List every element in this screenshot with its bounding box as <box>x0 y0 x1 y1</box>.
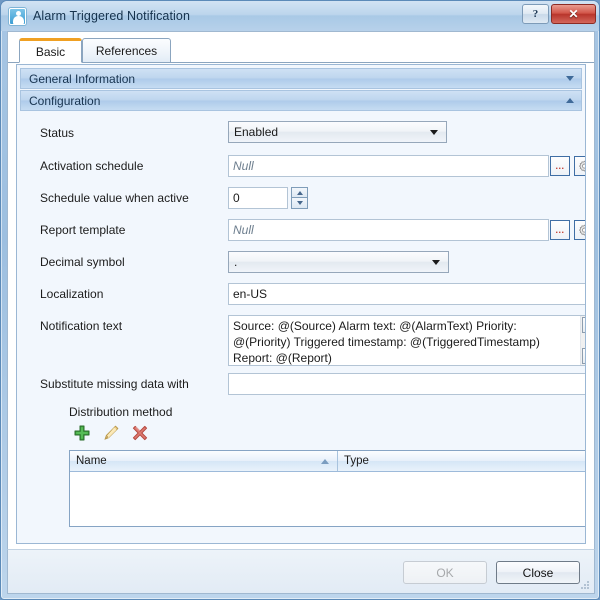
ok-button[interactable]: OK <box>403 561 487 584</box>
label-decimal-symbol: Decimal symbol <box>40 255 125 269</box>
localization-input[interactable]: en-US <box>228 283 585 305</box>
row-decimal-symbol: Decimal symbol . <box>17 247 585 279</box>
add-icon[interactable] <box>72 423 92 443</box>
label-report-template: Report template <box>40 223 126 237</box>
schedule-value-input[interactable]: 0 <box>228 187 288 209</box>
label-status: Status <box>40 126 75 140</box>
stepper-up-button[interactable] <box>291 187 308 198</box>
chevron-down-icon <box>430 129 438 135</box>
distribution-method-toolbar <box>72 423 150 443</box>
label-notification-text: Notification text <box>40 319 123 333</box>
tab-strip: Basic References <box>8 38 594 63</box>
report-template-browse-button[interactable]: ... <box>550 220 570 240</box>
notification-text-value[interactable]: Source: @(Source) Alarm text: @(AlarmTex… <box>229 316 580 365</box>
section-label: Configuration <box>29 93 101 108</box>
decimal-symbol-value: . <box>234 255 238 269</box>
settings-content: General Information Configuration Status… <box>17 65 585 543</box>
dialog-footer: OK Close <box>7 549 595 594</box>
section-header-general-information[interactable]: General Information <box>20 68 582 89</box>
grid-column-label: Type <box>344 455 369 467</box>
label-localization: Localization <box>40 287 104 301</box>
decimal-symbol-combobox[interactable]: . <box>228 251 449 273</box>
grid-column-label: Name <box>76 455 107 467</box>
schedule-value-stepper[interactable] <box>291 187 308 209</box>
label-substitute-missing-data: Substitute missing data with <box>40 377 189 391</box>
grid-body[interactable] <box>70 472 585 526</box>
tab-basic[interactable]: Basic <box>19 38 82 63</box>
client-area: Basic References General Information Con… <box>7 31 595 549</box>
label-schedule-value: Schedule value when active <box>40 191 189 205</box>
stepper-down-button[interactable] <box>291 198 308 209</box>
sort-ascending-icon <box>321 459 329 464</box>
row-notification-text: Notification text Source: @(Source) Alar… <box>17 311 585 369</box>
grid-column-name[interactable]: Name <box>70 451 338 471</box>
status-combobox[interactable]: Enabled <box>228 121 447 143</box>
caption-buttons: ? ✕ <box>522 4 596 24</box>
section-label: General Information <box>29 71 136 86</box>
activation-schedule-settings-button[interactable] <box>574 156 585 176</box>
ellipsis-icon: ... <box>555 160 565 171</box>
row-report-template: Report template Null ... <box>17 215 585 247</box>
resize-grip-icon[interactable] <box>578 578 590 590</box>
row-schedule-value: Schedule value when active 0 <box>17 183 585 215</box>
activation-schedule-browse-button[interactable]: ... <box>550 156 570 176</box>
window-title: Alarm Triggered Notification <box>33 9 191 23</box>
report-template-settings-button[interactable] <box>574 220 585 240</box>
scroll-down-button[interactable] <box>582 348 585 364</box>
edit-icon[interactable] <box>101 423 121 443</box>
notification-text-scrollbar[interactable] <box>580 316 585 365</box>
dialog-window: Alarm Triggered Notification ? ✕ Basic R… <box>0 0 600 600</box>
alarm-notification-icon <box>9 7 26 25</box>
close-button[interactable]: Close <box>496 561 580 584</box>
caret-down-icon <box>296 201 303 205</box>
row-activation-schedule: Activation schedule Null ... <box>17 151 585 183</box>
grid-column-type[interactable]: Type <box>338 451 585 471</box>
gear-icon <box>578 224 585 236</box>
row-localization: Localization en-US <box>17 279 585 311</box>
substitute-missing-data-input[interactable] <box>228 373 585 395</box>
row-substitute-missing-data: Substitute missing data with <box>17 369 585 401</box>
notification-text-textarea[interactable]: Source: @(Source) Alarm text: @(AlarmTex… <box>228 315 585 366</box>
help-button[interactable]: ? <box>522 4 549 24</box>
row-status: Status Enabled <box>17 120 585 150</box>
grid-header-row: Name Type <box>70 451 585 472</box>
section-header-configuration[interactable]: Configuration <box>20 90 582 111</box>
scroll-up-button[interactable] <box>582 317 585 333</box>
label-distribution-method: Distribution method <box>69 405 173 419</box>
caret-up-icon <box>296 190 303 195</box>
chevron-down-icon <box>566 76 574 81</box>
tab-references[interactable]: References <box>82 38 171 63</box>
close-window-button[interactable]: ✕ <box>551 4 596 24</box>
activation-schedule-input[interactable]: Null <box>228 155 549 177</box>
chevron-up-icon <box>566 98 574 103</box>
title-bar[interactable]: Alarm Triggered Notification ? ✕ <box>1 1 599 31</box>
report-template-input[interactable]: Null <box>228 219 549 241</box>
gear-icon <box>578 160 585 172</box>
settings-scroll-pane[interactable]: General Information Configuration Status… <box>16 64 586 544</box>
ellipsis-icon: ... <box>555 224 565 235</box>
distribution-method-grid[interactable]: Name Type <box>69 450 585 527</box>
delete-icon[interactable] <box>130 423 150 443</box>
chevron-down-icon <box>432 259 440 265</box>
status-value: Enabled <box>234 125 279 139</box>
label-activation-schedule: Activation schedule <box>40 159 144 173</box>
